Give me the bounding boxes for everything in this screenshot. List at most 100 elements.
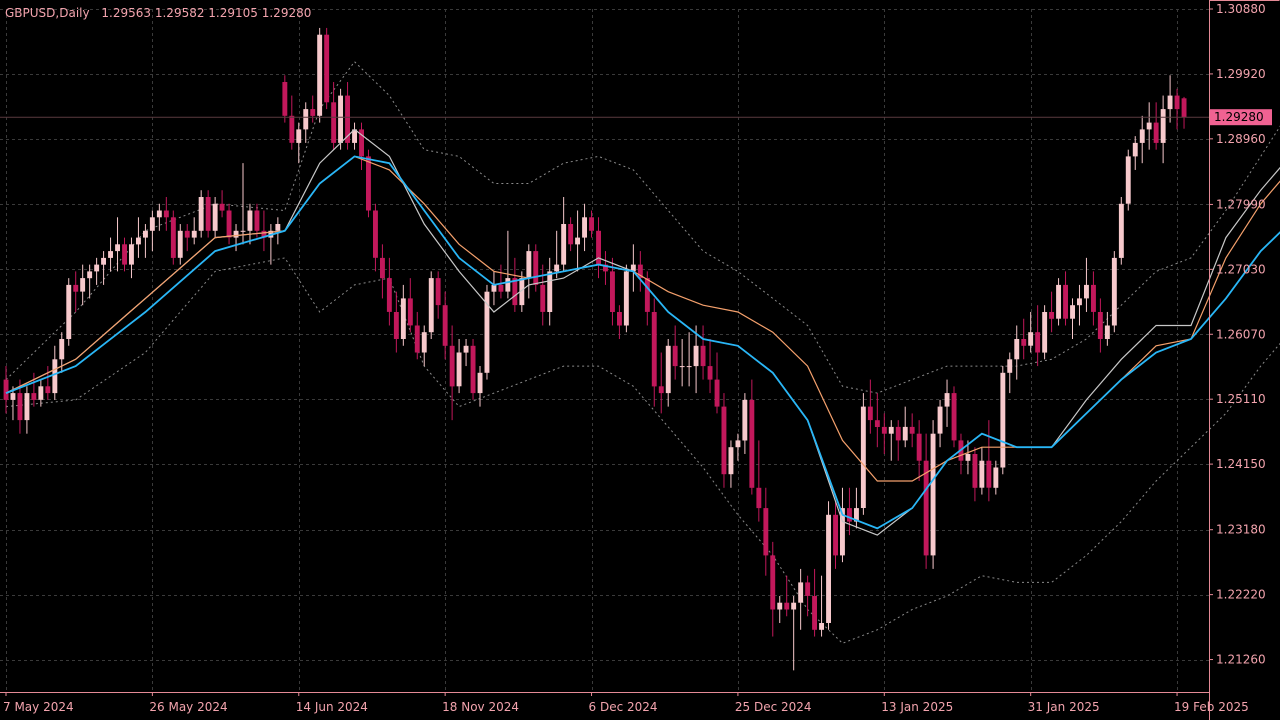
candle (205, 190, 211, 238)
candle-body (1049, 312, 1054, 319)
candle-body (1084, 284, 1089, 299)
candle-body (784, 602, 790, 610)
candle-body (895, 426, 901, 441)
candle-body (1111, 257, 1117, 326)
candle-body (1021, 339, 1027, 346)
candle-body (679, 366, 685, 368)
candle-body (289, 115, 295, 143)
candle-body (582, 217, 587, 238)
candle (170, 210, 176, 265)
candle-body (331, 102, 337, 143)
candle-body (937, 406, 943, 434)
candle-body (386, 278, 392, 312)
y-tick-label: 1.25110 (1216, 392, 1266, 406)
candle-body (324, 34, 330, 103)
candle (1056, 278, 1061, 326)
candle-body (568, 224, 574, 245)
candle-body (749, 399, 755, 488)
candle-body (1014, 339, 1020, 360)
x-tick-label: 7 May 2024 (3, 700, 74, 714)
candle-body (909, 426, 915, 434)
candle-body (798, 582, 804, 603)
candle-body (512, 278, 518, 306)
candle-body (672, 345, 678, 367)
candle-body (170, 217, 176, 258)
candle-body (1070, 305, 1075, 319)
candle (282, 75, 288, 123)
candle-body (1077, 298, 1082, 306)
candle-body (177, 230, 183, 258)
chart-background (0, 0, 1280, 720)
x-tick-label: 18 Nov 2024 (442, 700, 519, 714)
candle-body (254, 210, 260, 231)
candle-body (338, 95, 343, 143)
candle-body (1132, 142, 1138, 157)
candle-body (860, 406, 866, 508)
candle-body (930, 433, 936, 556)
candle-body (373, 210, 378, 258)
candle-body (247, 210, 253, 231)
candle-body (1063, 284, 1068, 319)
candle-body (1097, 312, 1103, 339)
candle-body (1125, 156, 1131, 204)
candle-body (296, 129, 302, 143)
candle-body (17, 393, 23, 421)
candle (533, 244, 539, 292)
candle-body (463, 345, 469, 353)
y-tick-label: 1.21260 (1216, 653, 1266, 667)
candle-body (623, 271, 629, 326)
candle (428, 271, 434, 340)
candle (484, 284, 490, 380)
y-tick-label: 1.22220 (1216, 588, 1266, 602)
candle-body (24, 393, 30, 421)
candle-body (275, 224, 281, 231)
candle-body (554, 264, 560, 272)
candle-body (881, 426, 887, 434)
candle-body (149, 217, 155, 231)
candle-body (986, 460, 992, 488)
candle-body (1174, 95, 1180, 110)
candle-body (888, 426, 894, 434)
candle-body (428, 278, 434, 333)
candle-body (1091, 284, 1096, 312)
x-tick-label: 13 Jan 2025 (881, 700, 953, 714)
candle-body (763, 508, 769, 556)
candle-body (226, 210, 232, 238)
x-tick-label: 26 May 2024 (149, 700, 227, 714)
candle-body (442, 305, 448, 346)
candle-body (1118, 203, 1124, 258)
candle-body (1042, 312, 1048, 353)
y-tick-label: 1.23180 (1216, 523, 1266, 537)
candle-body (80, 278, 86, 292)
candle (317, 27, 323, 123)
candle-body (965, 454, 971, 461)
candle-body (421, 332, 427, 353)
candle-body (115, 244, 120, 252)
candle (860, 393, 866, 515)
candle-body (163, 210, 169, 218)
candle-body (1181, 98, 1187, 118)
candle-body (874, 420, 880, 427)
candle-body (756, 487, 762, 509)
candle-body (435, 278, 441, 306)
candle (1042, 305, 1048, 360)
candle-body (916, 433, 922, 461)
candle-body (191, 230, 197, 238)
y-tick-label: 1.24150 (1216, 457, 1266, 471)
x-tick-label: 25 Dec 2024 (735, 700, 812, 714)
candle (1118, 196, 1124, 265)
candle-body (400, 298, 406, 339)
candle-body (491, 284, 497, 292)
x-tick-label: 31 Jan 2025 (1028, 700, 1100, 714)
candle-body (721, 406, 727, 475)
x-tick-label: 14 Jun 2024 (296, 700, 368, 714)
candle-body (540, 284, 546, 312)
candle-body (66, 284, 72, 339)
candle-body (205, 197, 211, 231)
candle-body (31, 393, 37, 400)
price-chart[interactable]: 1.30880 1.29920 1.28960 1.27990 1.27030 1.260… (0, 0, 1280, 720)
candle-body (407, 298, 413, 326)
candle (721, 393, 727, 488)
candle-body (38, 386, 44, 400)
candle-body (617, 312, 622, 326)
